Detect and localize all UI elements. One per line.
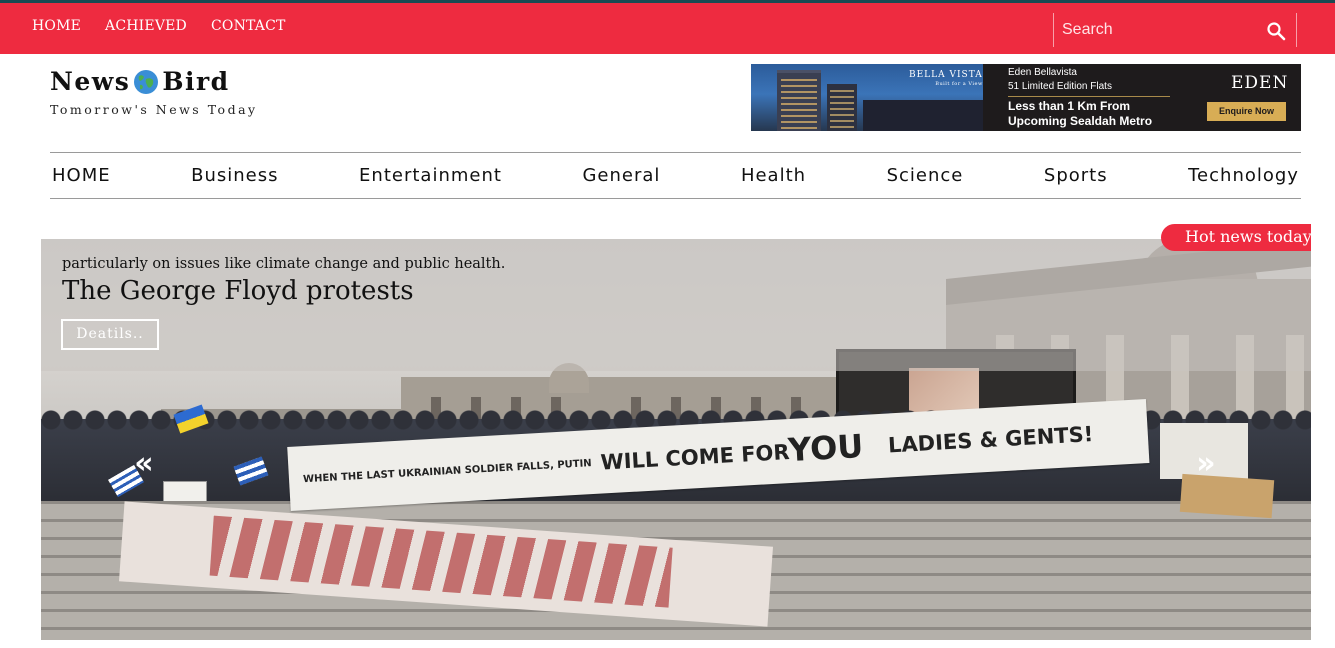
search-box xyxy=(1053,13,1297,47)
ad-photo: BELLA VISTA Built for a View xyxy=(751,64,983,131)
ad-line1: Eden Bellavista xyxy=(1008,67,1077,78)
nav-sports[interactable]: Sports xyxy=(1044,165,1108,186)
ad-line2: 51 Limited Edition Flats xyxy=(1008,81,1112,92)
nav-technology[interactable]: Technology xyxy=(1188,165,1299,186)
nav-home[interactable]: HOME xyxy=(52,165,111,186)
ad-banner[interactable]: BELLA VISTA Built for a View Eden Bellavi… xyxy=(751,64,1301,131)
ad-enquire-button[interactable]: Enquire Now xyxy=(1207,102,1286,121)
ad-brand-small: BELLA VISTA Built for a View xyxy=(909,70,983,87)
hero-slider[interactable]: WHEN THE LAST UKRAINIAN SOLDIER FALLS, P… xyxy=(41,239,1311,640)
site-logo[interactable]: News Bird Tomorrow's News Today xyxy=(50,67,258,117)
top-nav-achieved[interactable]: ACHIEVED xyxy=(105,18,187,34)
top-nav-home[interactable]: HOME xyxy=(32,18,81,34)
ad-headline: Less than 1 Km From Upcoming Sealdah Metr… xyxy=(1008,99,1153,128)
search-icon[interactable] xyxy=(1266,21,1286,41)
top-bar: HOME ACHIEVED CONTACT xyxy=(0,0,1335,54)
nav-health[interactable]: Health xyxy=(741,165,806,186)
globe-icon xyxy=(133,69,159,95)
site-name: News Bird xyxy=(50,67,258,96)
site-tagline: Tomorrow's News Today xyxy=(50,102,258,117)
hero-subline: particularly on issues like climate chan… xyxy=(62,256,506,272)
top-nav: HOME ACHIEVED CONTACT xyxy=(32,18,286,34)
nav-entertainment[interactable]: Entertainment xyxy=(359,165,502,186)
nav-business[interactable]: Business xyxy=(191,165,278,186)
search-input[interactable] xyxy=(1062,17,1252,43)
site-name-part2: Bird xyxy=(162,67,230,96)
hero-headline[interactable]: The George Floyd protests xyxy=(62,276,414,306)
hot-news-badge: Hot news today xyxy=(1161,224,1312,251)
nav-general[interactable]: General xyxy=(582,165,660,186)
details-button[interactable]: Deatils.. xyxy=(61,319,159,350)
top-nav-contact[interactable]: CONTACT xyxy=(211,18,286,34)
double-chevron-left-icon[interactable]: « xyxy=(129,449,159,479)
main-nav: HOME Business Entertainment General Heal… xyxy=(50,152,1301,199)
site-name-part1: News xyxy=(50,67,131,96)
nav-science[interactable]: Science xyxy=(887,165,964,186)
ad-logo: EDEN xyxy=(1231,73,1289,93)
double-chevron-right-icon[interactable]: » xyxy=(1191,449,1221,479)
